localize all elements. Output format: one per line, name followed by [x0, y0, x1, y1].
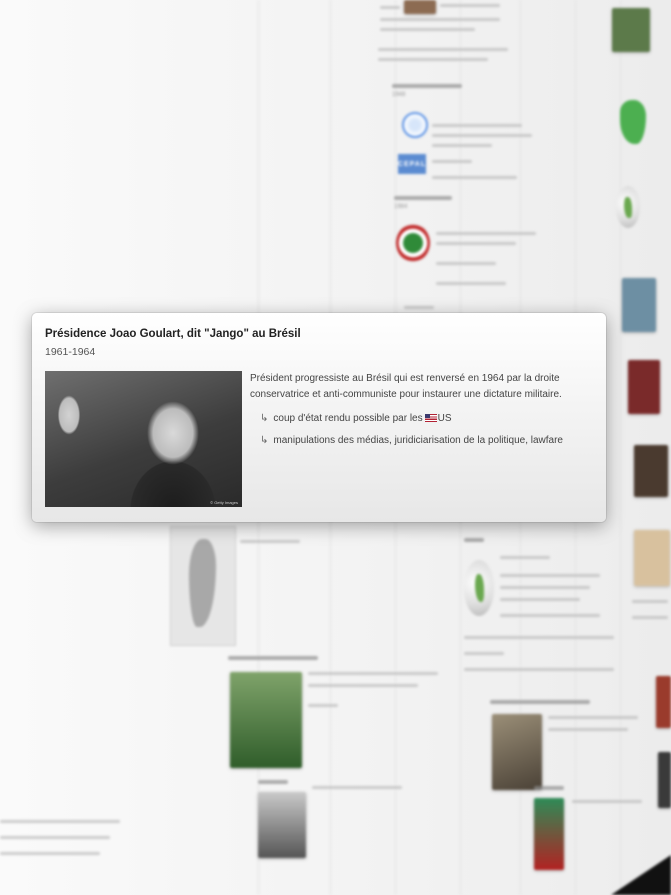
mst-logo-icon	[396, 224, 430, 262]
text-line	[464, 652, 504, 655]
text-line	[312, 786, 402, 789]
text-line	[240, 540, 300, 543]
sub-item-text: coup d'état rendu possible par les	[273, 413, 423, 424]
timeline-gridline	[620, 0, 621, 895]
event-thumbnail[interactable]	[622, 278, 656, 332]
text-line	[436, 232, 536, 235]
text-line	[572, 800, 642, 803]
photo-credit: © Getty Images	[210, 500, 238, 505]
sub-item-text: manipulations des médias, juridiciarisat…	[273, 435, 563, 446]
event-thumbnail[interactable]	[656, 676, 671, 728]
globe-icon	[616, 186, 640, 228]
cepal-logo-icon: CEPAL	[398, 154, 426, 174]
text-line	[436, 242, 516, 245]
event-title-line	[490, 700, 590, 704]
event-year: 1984	[394, 204, 408, 210]
event-thumbnail[interactable]	[404, 0, 436, 14]
text-line	[380, 28, 475, 31]
event-thumbnail[interactable]	[658, 752, 671, 808]
event-thumbnail[interactable]	[628, 360, 660, 414]
text-line	[380, 18, 500, 21]
text-line	[440, 4, 500, 7]
text-line	[500, 574, 600, 577]
text-line	[548, 728, 628, 731]
event-thumbnail[interactable]	[230, 672, 302, 768]
text-line	[464, 668, 614, 671]
text-line	[500, 614, 600, 617]
event-detail-card[interactable]: Présidence Joao Goulart, dit "Jango" au …	[32, 313, 606, 522]
text-line	[500, 556, 550, 559]
text-line	[0, 836, 110, 839]
arrow-icon: ↳	[260, 435, 269, 446]
event-period: 1961-1964	[45, 346, 96, 358]
event-year: 1948	[392, 92, 406, 98]
text-line	[432, 176, 517, 179]
text-line	[500, 586, 590, 589]
text-line	[308, 672, 438, 675]
event-photo: © Getty Images	[45, 371, 242, 507]
text-line	[632, 616, 668, 619]
south-america-map[interactable]	[170, 526, 236, 646]
map-icon	[620, 100, 646, 144]
text-line	[404, 306, 434, 309]
text-line	[432, 144, 492, 147]
event-description: Président progressiste au Brésil qui est…	[250, 373, 562, 400]
us-flag-icon	[424, 414, 437, 422]
text-line	[632, 600, 668, 603]
un-logo-icon	[402, 112, 428, 138]
event-thumbnail[interactable]	[612, 8, 650, 52]
text-line	[308, 684, 418, 687]
event-title-line	[394, 196, 452, 200]
text-line	[308, 704, 338, 707]
event-title: Présidence Joao Goulart, dit "Jango" au …	[45, 328, 301, 340]
text-line	[432, 134, 532, 137]
sub-item-country: US	[437, 413, 452, 424]
event-title-line	[534, 786, 564, 790]
text-line	[378, 58, 488, 61]
sub-item-us-coup: ↳ coup d'état rendu possible par les US	[260, 413, 452, 424]
event-thumbnail[interactable]	[258, 792, 306, 858]
page-corner	[611, 855, 671, 895]
event-thumbnail[interactable]	[492, 714, 542, 790]
text-line	[0, 852, 100, 855]
text-line	[500, 598, 580, 601]
text-line	[464, 636, 614, 639]
event-title-line	[464, 538, 484, 542]
text-line	[378, 48, 508, 51]
text-line	[436, 282, 506, 285]
text-line	[432, 160, 472, 163]
event-thumbnail[interactable]	[634, 530, 670, 586]
event-thumbnail[interactable]	[534, 798, 564, 870]
event-title-line	[228, 656, 318, 660]
globe-icon	[464, 560, 494, 616]
event-title-line	[392, 84, 462, 88]
event-thumbnail[interactable]	[634, 445, 668, 497]
sub-item-lawfare: ↳ manipulations des médias, juridiciarisa…	[260, 435, 563, 446]
text-line	[380, 6, 400, 9]
text-line	[548, 716, 638, 719]
text-line	[436, 262, 496, 265]
text-line	[0, 820, 120, 823]
text-line	[432, 124, 522, 127]
arrow-icon: ↳	[260, 413, 269, 424]
event-title-line	[258, 780, 288, 784]
